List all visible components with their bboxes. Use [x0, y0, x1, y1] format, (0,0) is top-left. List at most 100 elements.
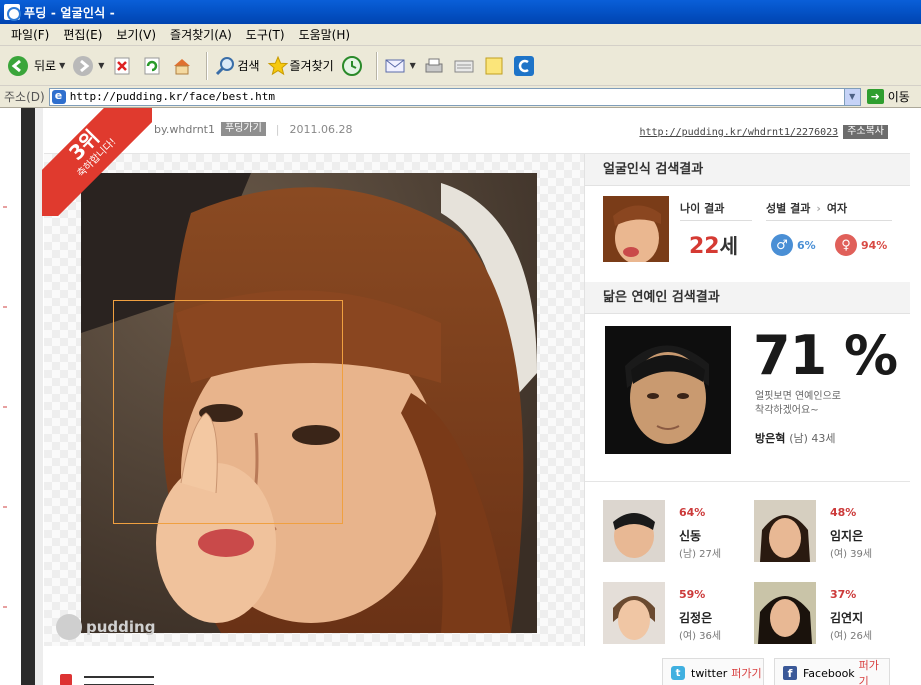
messenger-button[interactable] [512, 54, 536, 78]
user-thumbnail [603, 196, 669, 262]
gutter-mark [3, 606, 7, 608]
menu-tools[interactable]: 도구(T) [239, 25, 292, 45]
celebrity-match-pct: 59% [679, 588, 706, 601]
history-button[interactable] [340, 54, 364, 78]
home-button[interactable] [170, 54, 194, 78]
gutter-mark [3, 206, 7, 208]
celebrity-match-item[interactable]: 59% 김정은 (여) 36세 [603, 582, 753, 648]
facebook-share-button[interactable]: f Facebook 퍼가기 [774, 658, 890, 685]
age-number: 22 [689, 234, 720, 259]
post-meta: by.whdrnt1 푸딩가기 | 2011.06.28 [154, 122, 353, 136]
twitter-icon: t [671, 666, 685, 680]
male-symbol-icon: ♂ [771, 234, 793, 256]
post-link: http://pudding.kr/whdrnt1/2276023 주소복사 [640, 125, 888, 139]
address-label: 주소(D) [4, 90, 45, 104]
left-rail [21, 108, 35, 685]
forward-dropdown-icon[interactable]: ▼ [98, 61, 104, 70]
celebrity-match-item[interactable]: 37% 김연지 (여) 26세 [754, 582, 904, 648]
copy-url-button[interactable]: 주소복사 [843, 125, 888, 139]
post-author[interactable]: by.whdrnt1 [154, 123, 215, 136]
go-button[interactable]: ➜ 이동 [866, 88, 910, 105]
footer-decoration [84, 676, 154, 685]
mail-button[interactable]: ▼ [383, 54, 416, 78]
photo-area: pudding [44, 154, 584, 646]
window-title: 푸딩 - 얼굴인식 - [24, 5, 115, 20]
back-button[interactable]: 뒤로 ▼ [6, 54, 65, 78]
gender-result-value: 여자 [826, 202, 848, 215]
window-titlebar: 푸딩 - 얼굴인식 - [0, 0, 921, 24]
celebrity-photo [754, 582, 816, 644]
gender-divider [766, 220, 892, 221]
print-button[interactable] [422, 54, 446, 78]
menu-view[interactable]: 보기(V) [109, 25, 163, 45]
favorites-label: 즐겨찾기 [289, 59, 334, 73]
edit-icon [452, 54, 476, 78]
note-button[interactable] [482, 54, 506, 78]
address-dropdown-icon[interactable]: ▼ [843, 88, 860, 105]
stop-button[interactable] [110, 54, 134, 78]
facebook-label: Facebook [802, 666, 855, 680]
female-pct: 94% [861, 238, 888, 252]
refresh-icon [140, 54, 164, 78]
pudding-watermark: pudding [56, 614, 155, 640]
edit-button[interactable] [452, 54, 476, 78]
toolbar-separator [375, 51, 377, 80]
left-gutter [0, 108, 22, 685]
twitter-action: 퍼가기 [731, 667, 762, 680]
description-line-1: 얼핏보면 연예인으로 [755, 391, 841, 402]
top-match-name[interactable]: 방은혁 (남) 43세 [755, 430, 836, 446]
note-icon [482, 54, 506, 78]
female-probability: ♀ 94% [835, 234, 887, 256]
ie-app-icon [4, 4, 21, 21]
gender-result-label: 성별 결과 › 여자 [766, 200, 847, 216]
forward-button[interactable]: ▼ [71, 54, 104, 78]
celebrity-match-item[interactable]: 64% 신동 (남) 27세 [603, 500, 753, 566]
favorites-button[interactable]: 즐겨찾기 [266, 54, 334, 78]
male-probability: ♂ 6% [771, 234, 816, 256]
celebrity-result-title: 닮은 연예인 검색결과 [585, 282, 910, 314]
celebrity-match-name: 임지은 [830, 529, 864, 543]
celebrity-photo [603, 582, 665, 644]
facebook-action: 퍼가기 [858, 659, 879, 685]
male-pct: 6% [797, 238, 816, 252]
meta-divider: | [275, 122, 280, 136]
back-dropdown-icon[interactable]: ▼ [59, 61, 65, 70]
celebrity-match-meta: (남) 27세 [679, 549, 722, 560]
chevron-right-icon: › [816, 202, 821, 215]
celebrity-match-meta: (여) 36세 [679, 631, 722, 642]
pudding-go-button[interactable]: 푸딩가기 [220, 122, 266, 136]
celebrity-match-item[interactable]: 48% 임지은 (여) 39세 [754, 500, 904, 566]
refresh-button[interactable] [140, 54, 164, 78]
menu-bar: 파일(F) 편집(E) 보기(V) 즐겨찾기(A) 도구(T) 도움말(H) [0, 24, 921, 46]
search-button[interactable]: 검색 [213, 54, 260, 78]
menu-edit[interactable]: 편집(E) [56, 25, 109, 45]
celebrity-match-meta: (여) 26세 [830, 631, 873, 642]
stop-icon [110, 54, 134, 78]
footer-icon [60, 674, 72, 685]
celebrity-match-pct: 48% [830, 506, 857, 519]
menu-help[interactable]: 도움말(H) [292, 25, 358, 45]
address-input[interactable]: http://pudding.kr/face/best.htm ▼ [48, 87, 861, 106]
post-date: 2011.06.28 [289, 122, 353, 136]
menu-favorites[interactable]: 즐겨찾기(A) [163, 25, 239, 45]
gutter-mark [3, 406, 7, 408]
page-icon [51, 89, 66, 104]
top-match-meta: (남) 43세 [789, 432, 836, 445]
rank-ribbon: 3위 축하합니다! [42, 108, 152, 216]
top-celebrity-photo[interactable] [605, 326, 731, 454]
pudding-logo-text: pudding [86, 618, 156, 636]
browser-toolbar: 뒤로 ▼ ▼ 검색 즐겨찾기 ▼ [0, 46, 921, 86]
mail-icon [383, 54, 407, 78]
face-result-title: 얼굴인식 검색결과 [585, 154, 910, 186]
address-url: http://pudding.kr/face/best.htm [69, 90, 275, 103]
age-gender-result: 나이 결과 22세 성별 결과 › 여자 ♂ 6% ♀ 94% [585, 186, 910, 282]
gutter-mark [3, 306, 7, 308]
post-short-url[interactable]: http://pudding.kr/whdrnt1/2276023 [640, 127, 839, 138]
twitter-share-button[interactable]: t twitter 퍼가기 [662, 658, 764, 685]
description-line-2: 착각하겠어요~ [755, 405, 819, 416]
go-label: 이동 [887, 90, 910, 104]
celebrity-match-pct: 64% [679, 506, 706, 519]
mail-dropdown-icon[interactable]: ▼ [410, 61, 416, 70]
other-celebrity-matches: 64% 신동 (남) 27세 48% 임지은 (여) 39세 59% 김정은 (… [585, 482, 910, 646]
menu-file[interactable]: 파일(F) [4, 25, 56, 45]
